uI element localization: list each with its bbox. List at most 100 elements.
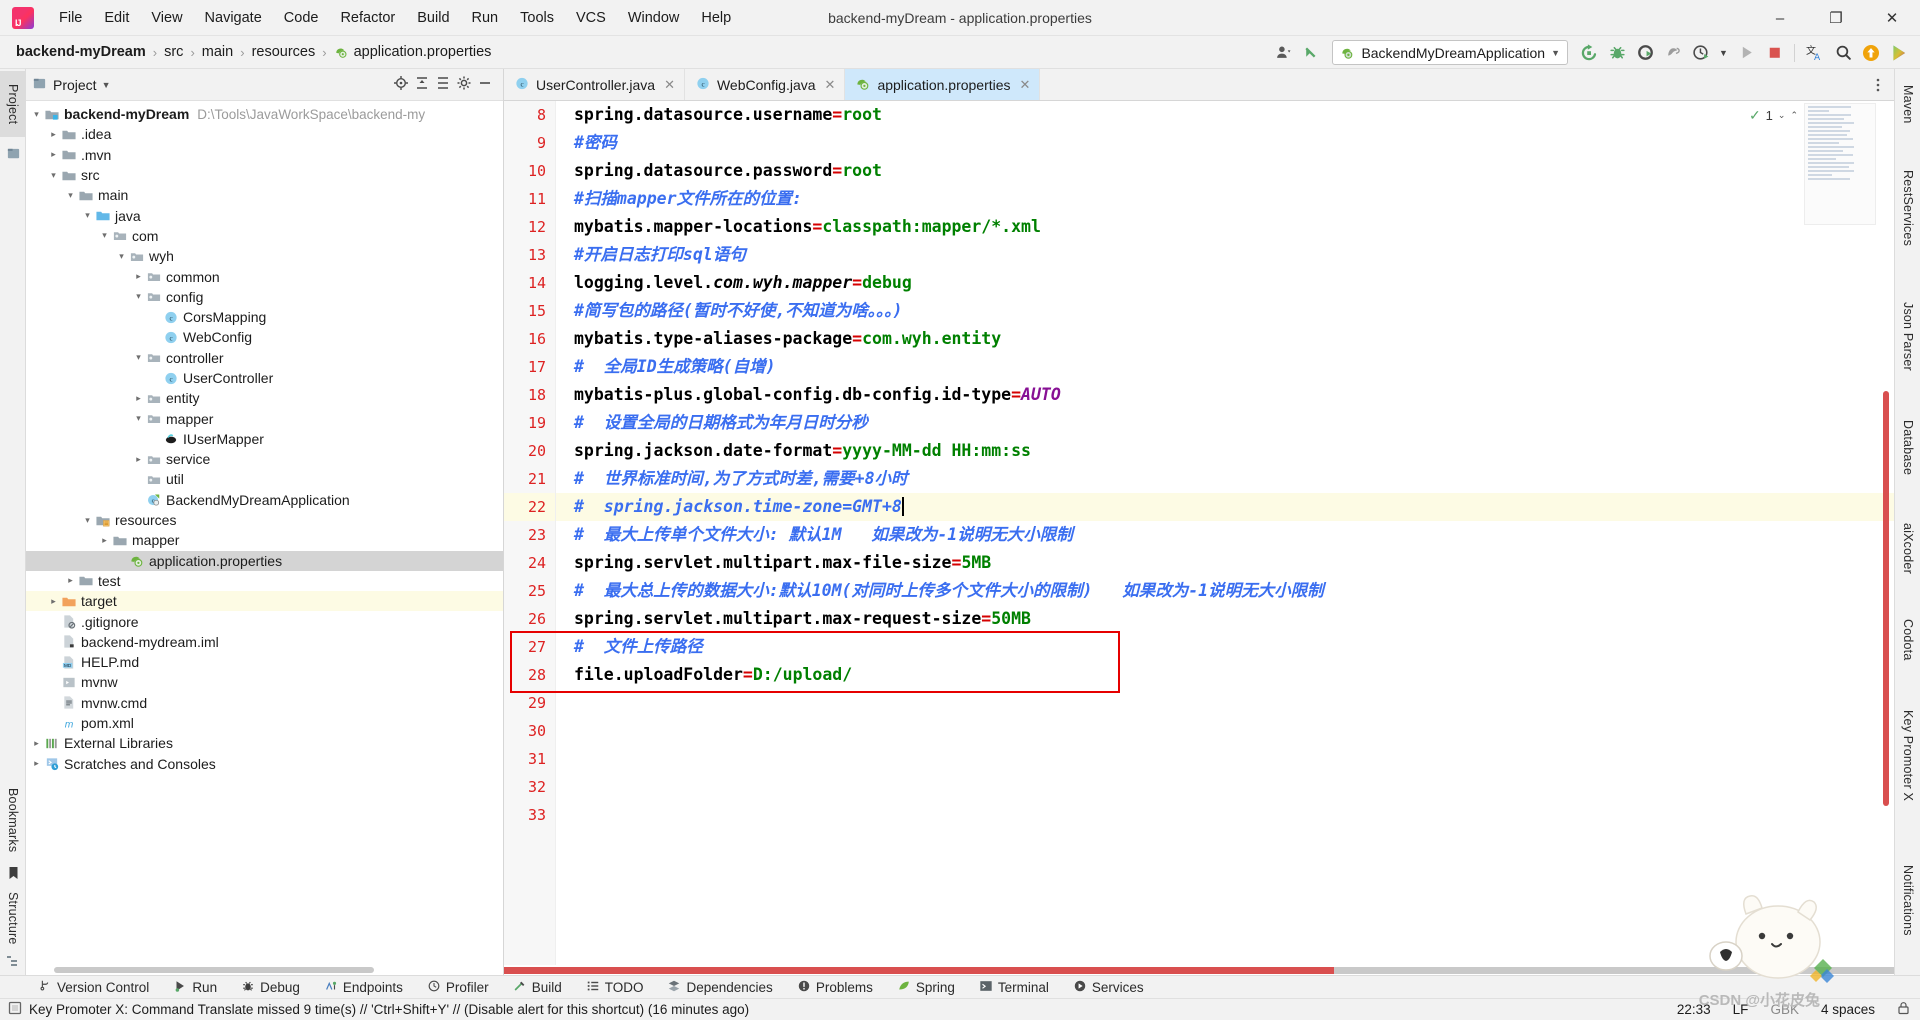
chevron-right-icon[interactable]: ▸ xyxy=(64,576,77,585)
rerun-icon[interactable] xyxy=(1576,40,1602,66)
chevron-down-icon[interactable]: ▾ xyxy=(132,292,145,301)
tool-window-build[interactable]: Build xyxy=(501,979,574,996)
stop-icon[interactable] xyxy=(1761,40,1787,66)
tree-node-mapper[interactable]: ▸ mapper xyxy=(26,530,503,550)
expand-all-icon[interactable] xyxy=(435,75,451,94)
close-button[interactable]: ✕ xyxy=(1864,0,1920,36)
run-icon[interactable] xyxy=(1733,40,1759,66)
tool-window-run[interactable]: Run xyxy=(161,979,229,996)
debug-icon[interactable] xyxy=(1604,40,1630,66)
menu-item-navigate[interactable]: Navigate xyxy=(194,6,273,30)
close-icon[interactable]: ✕ xyxy=(1020,77,1031,93)
tool-window-endpoints[interactable]: Endpoints xyxy=(312,979,415,996)
chevron-right-icon[interactable]: ▸ xyxy=(47,129,60,139)
menu-item-vcs[interactable]: VCS xyxy=(565,6,617,30)
inspection-status-widget[interactable]: ✓ 1 ⌄ ⌃ xyxy=(1749,107,1798,124)
right-tab-aixcoder[interactable]: aiXcoder xyxy=(1895,505,1920,591)
tree-node-backend-mydream[interactable]: ▾ backend-myDream D:\Tools\JavaWorkSpace\b… xyxy=(26,104,503,124)
tree-node--idea[interactable]: ▸ .idea xyxy=(26,124,503,144)
chevron-down-icon[interactable]: ⌄ xyxy=(1778,110,1786,121)
code-line[interactable]: spring.servlet.multipart.max-file-size=5… xyxy=(556,549,1894,577)
right-tab-notifications[interactable]: Notifications xyxy=(1895,837,1920,963)
chevron-up-icon[interactable]: ⌃ xyxy=(1790,110,1798,121)
search-everywhere-icon[interactable] xyxy=(1830,40,1856,66)
tree-node-usercontroller[interactable]: c UserController xyxy=(26,368,503,388)
tree-node-backend-mydream-iml[interactable]: backend-mydream.iml xyxy=(26,632,503,652)
run-configuration-selector[interactable]: BackendMyDreamApplication ▼ xyxy=(1332,40,1568,65)
menu-bar[interactable]: File Edit View Navigate Code Refactor Build Run… xyxy=(48,6,742,30)
horizontal-scrollbar-thumb[interactable] xyxy=(504,967,1334,974)
tool-window-services[interactable]: Services xyxy=(1061,979,1156,996)
code-line[interactable]: # 最大总上传的数据大小:默认10M(对同时上传多个文件大小的限制) 如果改为-… xyxy=(556,577,1894,605)
chevron-down-icon[interactable]: ▾ xyxy=(81,211,94,220)
project-horizontal-scrollbar[interactable] xyxy=(26,964,503,975)
tree-node-util[interactable]: util xyxy=(26,469,503,489)
tree-node-backendmydreamapplication[interactable]: c BackendMyDreamApplication xyxy=(26,490,503,510)
editor-minimap[interactable] xyxy=(1804,103,1876,225)
run-with-dropdown-icon[interactable]: ▼ xyxy=(1716,40,1731,66)
collapse-all-icon[interactable] xyxy=(414,75,430,94)
editor-horizontal-scrollbar[interactable] xyxy=(504,965,1894,975)
right-tab-codota[interactable]: Codota xyxy=(1895,605,1920,675)
chevron-down-icon[interactable]: ▼ xyxy=(102,80,111,90)
minimize-button[interactable]: – xyxy=(1752,0,1808,36)
tree-node--mvn[interactable]: ▸ .mvn xyxy=(26,145,503,165)
chevron-down-icon[interactable]: ▾ xyxy=(132,414,145,423)
maximize-button[interactable]: ❐ xyxy=(1808,0,1864,36)
breadcrumb-item-1[interactable]: src xyxy=(160,42,187,62)
menu-item-help[interactable]: Help xyxy=(690,6,742,30)
tree-node-controller[interactable]: ▾ controller xyxy=(26,348,503,368)
breadcrumb-item-2[interactable]: main xyxy=(198,42,237,62)
breadcrumb-item-3[interactable]: resources xyxy=(248,42,320,62)
chevron-down-icon[interactable]: ▾ xyxy=(115,251,128,261)
status-message-area[interactable]: Key Promoter X: Command Translate missed… xyxy=(0,1001,749,1018)
tree-node--gitignore[interactable]: .gitignore xyxy=(26,611,503,631)
code-line[interactable]: spring.jackson.date-format=yyyy-MM-dd HH… xyxy=(556,437,1894,465)
tree-node-scratches-and-consoles[interactable]: ▸ Scratches and Consoles xyxy=(26,754,503,774)
code-line[interactable] xyxy=(556,745,1894,773)
tree-node-common[interactable]: ▸ common xyxy=(26,266,503,286)
tool-window-problems[interactable]: Problems xyxy=(785,979,885,996)
menu-item-build[interactable]: Build xyxy=(406,6,460,30)
plugin-icon[interactable] xyxy=(1886,40,1912,66)
tree-node-test[interactable]: ▸ test xyxy=(26,571,503,591)
sidebar-tab-structure[interactable]: Structure xyxy=(0,883,26,953)
code-line[interactable]: # 文件上传路径 xyxy=(556,633,1894,661)
locate-icon[interactable] xyxy=(393,75,409,94)
translate-icon[interactable]: 文A xyxy=(1802,40,1828,66)
tree-node-mvnw-cmd[interactable]: mvnw.cmd xyxy=(26,693,503,713)
editor-tab-application-properties[interactable]: application.properties ✕ xyxy=(845,69,1041,100)
sidebar-tab-bookmarks[interactable]: Bookmarks xyxy=(0,777,26,863)
tree-node-config[interactable]: ▾ config xyxy=(26,287,503,307)
tree-node-entity[interactable]: ▸ entity xyxy=(26,388,503,408)
chevron-right-icon[interactable]: ▸ xyxy=(30,759,43,768)
menu-item-file[interactable]: File xyxy=(48,6,93,30)
tree-node-mvnw[interactable]: mvnw xyxy=(26,672,503,692)
close-icon[interactable]: ✕ xyxy=(664,77,675,93)
tree-node-iusermapper[interactable]: IUserMapper xyxy=(26,429,503,449)
chevron-right-icon[interactable]: ▸ xyxy=(47,150,60,159)
tree-node-pom-xml[interactable]: m pom.xml xyxy=(26,713,503,733)
tree-node-main[interactable]: ▾ main xyxy=(26,185,503,205)
tree-node-service[interactable]: ▸ service xyxy=(26,449,503,469)
menu-item-code[interactable]: Code xyxy=(273,6,330,30)
tree-node-src[interactable]: ▾ src xyxy=(26,165,503,185)
menu-item-run[interactable]: Run xyxy=(461,6,510,30)
chevron-right-icon[interactable]: ▸ xyxy=(30,738,43,748)
sidebar-tab-project[interactable]: Project xyxy=(0,71,26,137)
code-line[interactable]: mybatis.type-aliases-package=com.wyh.ent… xyxy=(556,325,1894,353)
right-tab-json-parser[interactable]: Json Parser xyxy=(1895,281,1920,391)
chevron-down-icon[interactable]: ▼ xyxy=(1551,48,1560,58)
run-with-icon[interactable] xyxy=(1688,40,1714,66)
lock-icon[interactable] xyxy=(1897,1001,1910,1018)
indent-setting[interactable]: 4 spaces xyxy=(1821,1002,1875,1017)
right-tab-maven[interactable]: Maven xyxy=(1895,73,1920,135)
code-line[interactable]: # 世界标准时间,为了方式时差,需要+8小时 xyxy=(556,465,1894,493)
code-line[interactable]: spring.servlet.multipart.max-request-siz… xyxy=(556,605,1894,633)
code-line[interactable]: # spring.jackson.time-zone=GMT+8 xyxy=(556,493,1894,521)
tree-node-target[interactable]: ▸ target xyxy=(26,591,503,612)
code-line[interactable]: #密码 xyxy=(556,129,1894,157)
editor-tab-webconfig-java[interactable]: c WebConfig.java ✕ xyxy=(685,69,846,100)
menu-item-window[interactable]: Window xyxy=(617,6,691,30)
editor-tabs-options-icon[interactable] xyxy=(1870,69,1894,100)
